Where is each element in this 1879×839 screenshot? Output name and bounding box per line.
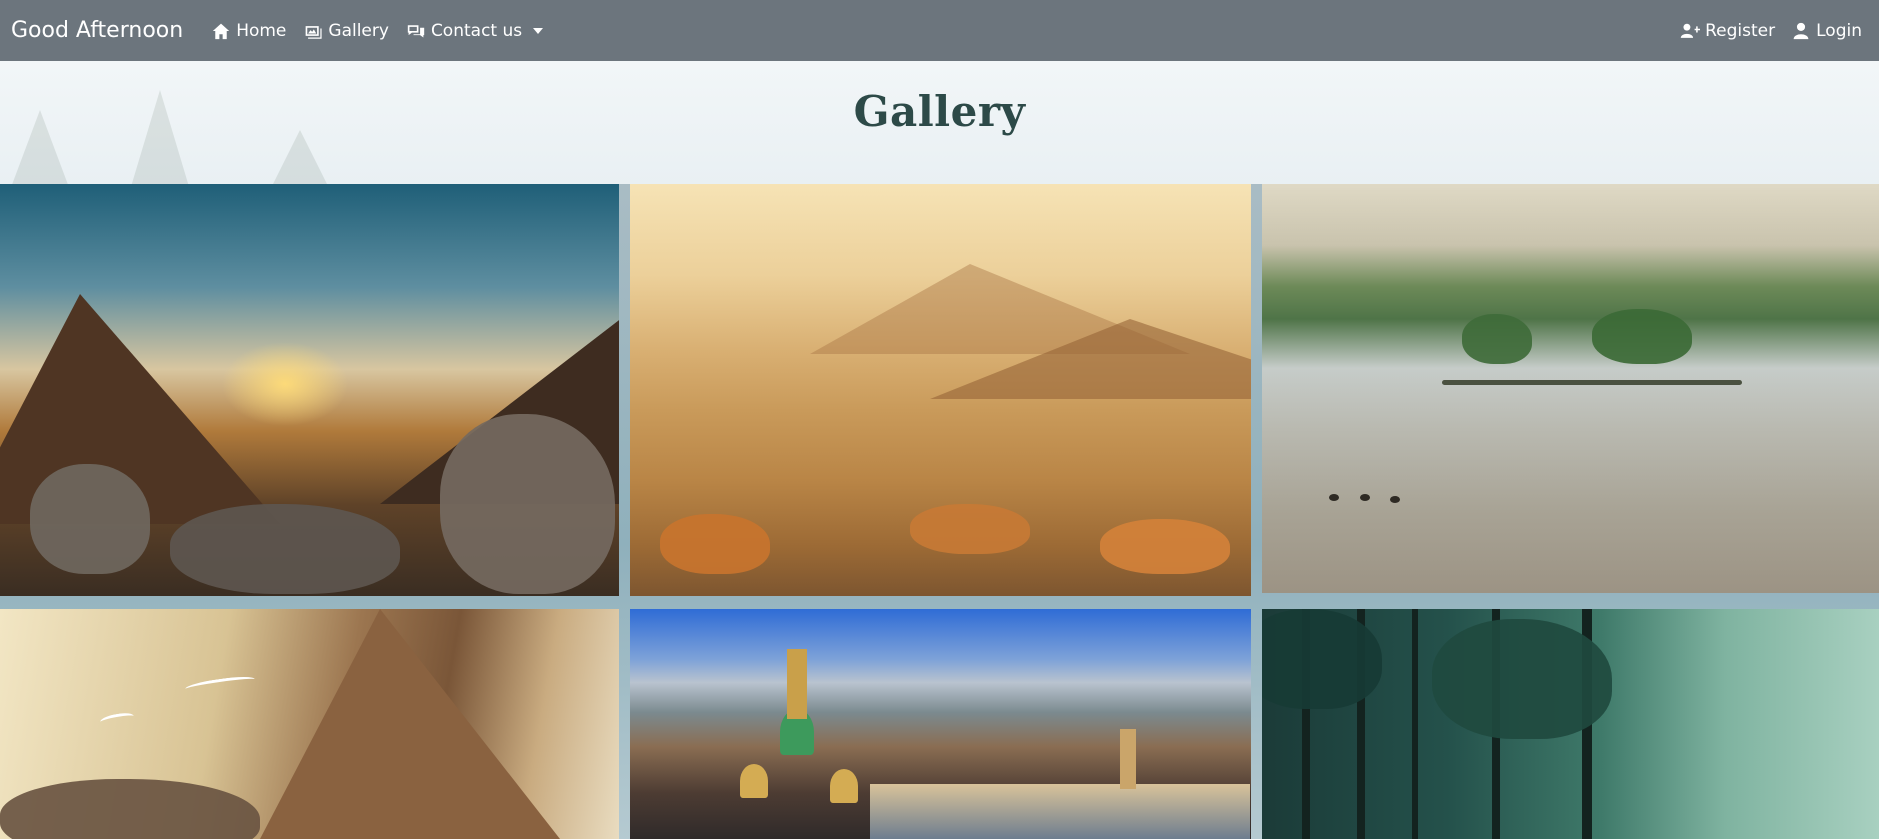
nav-contact-label: Contact us [430, 20, 523, 41]
gallery-image-city-cathedral[interactable] [630, 609, 1251, 839]
tree-cluster [910, 504, 1030, 554]
rock-shape [440, 414, 615, 594]
gallery-image-sunset-valley[interactable] [0, 184, 619, 596]
chevron-down-icon [533, 27, 544, 34]
user-icon [1793, 22, 1809, 39]
island-shore [1442, 380, 1742, 385]
tree-cluster [1100, 519, 1230, 574]
nav-register[interactable]: Register [1680, 21, 1775, 41]
island-tree [1592, 309, 1692, 364]
page-title: Gallery [853, 87, 1026, 136]
nav-gallery-label: Gallery [328, 20, 389, 41]
rock-shape [30, 464, 150, 574]
gallery-image-sunlit-forest[interactable] [1262, 609, 1879, 839]
gallery-image-cliffs-swans[interactable] [0, 609, 619, 839]
nav-login[interactable]: Login [1791, 21, 1862, 41]
user-plus-icon [1680, 23, 1701, 38]
tree-cluster [660, 514, 770, 574]
gallery-image-golden-hills[interactable] [630, 184, 1251, 596]
rock-shape [170, 504, 400, 594]
island-tree [1462, 314, 1532, 364]
duck [1329, 494, 1339, 501]
nav-home[interactable]: Home [211, 21, 286, 41]
nav-right-group: Register Login [1664, 21, 1862, 41]
duck [1360, 494, 1370, 501]
swan [184, 674, 256, 694]
gallery-image-foggy-lake[interactable] [1262, 184, 1879, 593]
cathedral-dome [830, 769, 858, 803]
tower [1120, 729, 1136, 789]
brand-title[interactable]: Good Afternoon [11, 18, 183, 43]
nav-home-label: Home [236, 20, 287, 41]
gallery-grid [0, 184, 1879, 839]
mountain-shape [930, 319, 1251, 399]
tree-canopy [1432, 619, 1612, 739]
nav-register-label: Register [1705, 20, 1776, 41]
nav-gallery[interactable]: Gallery [303, 21, 389, 41]
header-band: Gallery [0, 61, 1879, 184]
nav-contact-dropdown[interactable]: Contact us [406, 20, 544, 41]
rock-shape [0, 779, 260, 839]
cathedral-tower [787, 649, 807, 719]
comments-icon [407, 24, 425, 38]
cliff-shape [260, 609, 560, 839]
nav-login-label: Login [1816, 20, 1862, 41]
tree-trunk [1412, 609, 1418, 839]
background-tree [270, 130, 330, 184]
navbar: Good Afternoon Home Gallery Contact us R… [0, 0, 1879, 61]
images-icon [306, 25, 322, 39]
swan [99, 711, 135, 727]
river [870, 784, 1250, 839]
duck [1390, 496, 1400, 503]
home-icon [213, 23, 230, 39]
cathedral-dome [740, 764, 768, 798]
